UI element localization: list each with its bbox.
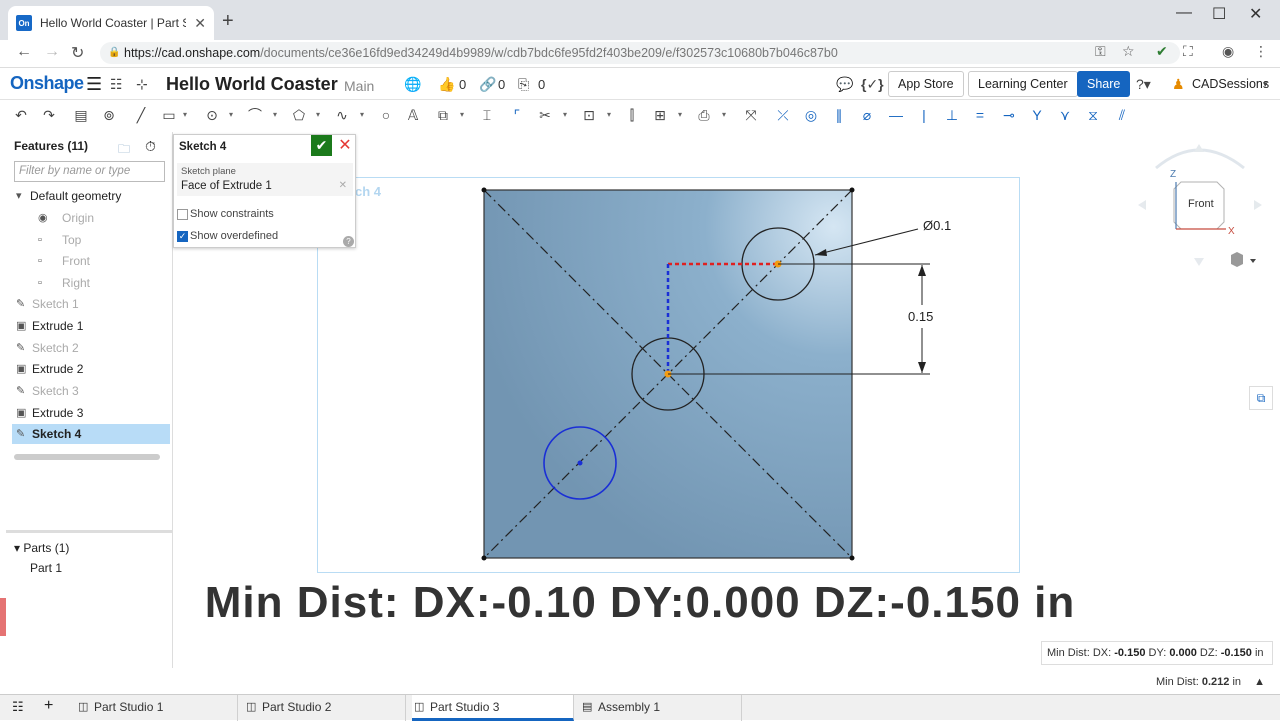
sketch-plane-value: Face of Extrude 1 <box>181 180 272 192</box>
sketch-dialog-title: Sketch 4 <box>179 141 227 153</box>
measure-label: DY: <box>1148 647 1167 659</box>
tab-label: Part Studio 1 <box>94 700 164 714</box>
tab-part-studio-2[interactable]: ◫ Part Studio 2 <box>244 695 406 721</box>
tab-label: Assembly 1 <box>598 700 661 714</box>
measure-dist-value: 0.212 <box>1201 676 1230 688</box>
measure-dy-value: 0.000 <box>1169 647 1197 659</box>
axis-x-label: X <box>1228 226 1235 237</box>
view-cube-arc <box>1155 148 1245 170</box>
bottom-tab-bar: ☷ + ◫ Part Studio 1 ◫ Part Studio 2 ◫ Part … <box>0 694 1280 721</box>
video-caption-overlay: Min Dist: DX:-0.10 DY:0.000 DZ:-0.150 in <box>204 578 1076 627</box>
view-cube-left-arrow <box>1138 200 1146 210</box>
sketch-plane-label: Sketch plane <box>181 166 236 177</box>
expand-caret-icon[interactable]: ▲ <box>1254 676 1265 688</box>
measure-readout-min-dist[interactable]: Min Dist: 0.212 in ▲ <box>1156 676 1265 688</box>
view-dropdown-chevron-icon <box>1250 259 1256 263</box>
part-studio-icon: ◫ <box>246 701 257 713</box>
tab-part-studio-3[interactable]: ◫ Part Studio 3 <box>412 695 574 721</box>
measure-label: Min Dist: DX: <box>1047 647 1112 659</box>
tab-part-studio-1[interactable]: ◫ Part Studio 1 <box>76 695 238 721</box>
sketch-plane-field[interactable]: Sketch plane Face of Extrude 1 ✕ <box>177 163 353 196</box>
measure-unit: in <box>1254 647 1264 659</box>
show-overdefined-checkbox[interactable]: ✓ <box>177 231 188 242</box>
tab-label: Part Studio 3 <box>430 700 500 714</box>
show-constraints-checkbox[interactable] <box>177 209 188 220</box>
clear-selection-icon[interactable]: ✕ <box>339 180 347 191</box>
cancel-x-icon[interactable]: ✕ <box>336 135 354 156</box>
add-tab-icon[interactable]: + <box>44 697 53 715</box>
help-icon[interactable]: ? <box>343 236 354 247</box>
measure-dx-value: -0.150 <box>1114 647 1146 659</box>
tab-manager-icon[interactable]: ☷ <box>12 699 24 715</box>
tab-label: Part Studio 2 <box>262 700 332 714</box>
part-studio-icon: ◫ <box>414 701 425 713</box>
view-cube-up-arrow <box>1194 144 1204 152</box>
view-cube-right-arrow <box>1254 200 1262 210</box>
part-studio-icon: ◫ <box>78 701 89 713</box>
measure-label: Min Dist: <box>1156 676 1199 688</box>
sketch-plane-frame <box>317 177 1020 573</box>
view-dropdown-icon <box>1231 252 1243 267</box>
axis-z-label: Z <box>1170 169 1176 180</box>
tab-assembly-1[interactable]: ▤ Assembly 1 <box>580 695 742 721</box>
show-overdefined-label: Show overdefined <box>190 230 279 242</box>
appearance-panel-icon[interactable]: ⧉ <box>1249 386 1273 410</box>
measure-dz-value: -0.150 <box>1220 647 1252 659</box>
view-cube-down-arrow <box>1194 258 1204 266</box>
accept-check-icon[interactable]: ✔ <box>311 135 332 156</box>
assembly-icon: ▤ <box>582 701 593 713</box>
sketch-name-label: ch 4 <box>355 184 382 199</box>
measure-readout-delta: Min Dist: DX: -0.150 DY: 0.000 DZ: -0.15… <box>1041 641 1273 665</box>
view-cube-front-label[interactable]: Front <box>1188 198 1214 210</box>
show-constraints-label: Show constraints <box>190 208 274 220</box>
measure-unit: in <box>1232 676 1241 688</box>
measure-label: DZ: <box>1199 647 1218 659</box>
sketch-dialog: Sketch 4 ✔ ✕ Sketch plane Face of Extrud… <box>173 134 356 248</box>
